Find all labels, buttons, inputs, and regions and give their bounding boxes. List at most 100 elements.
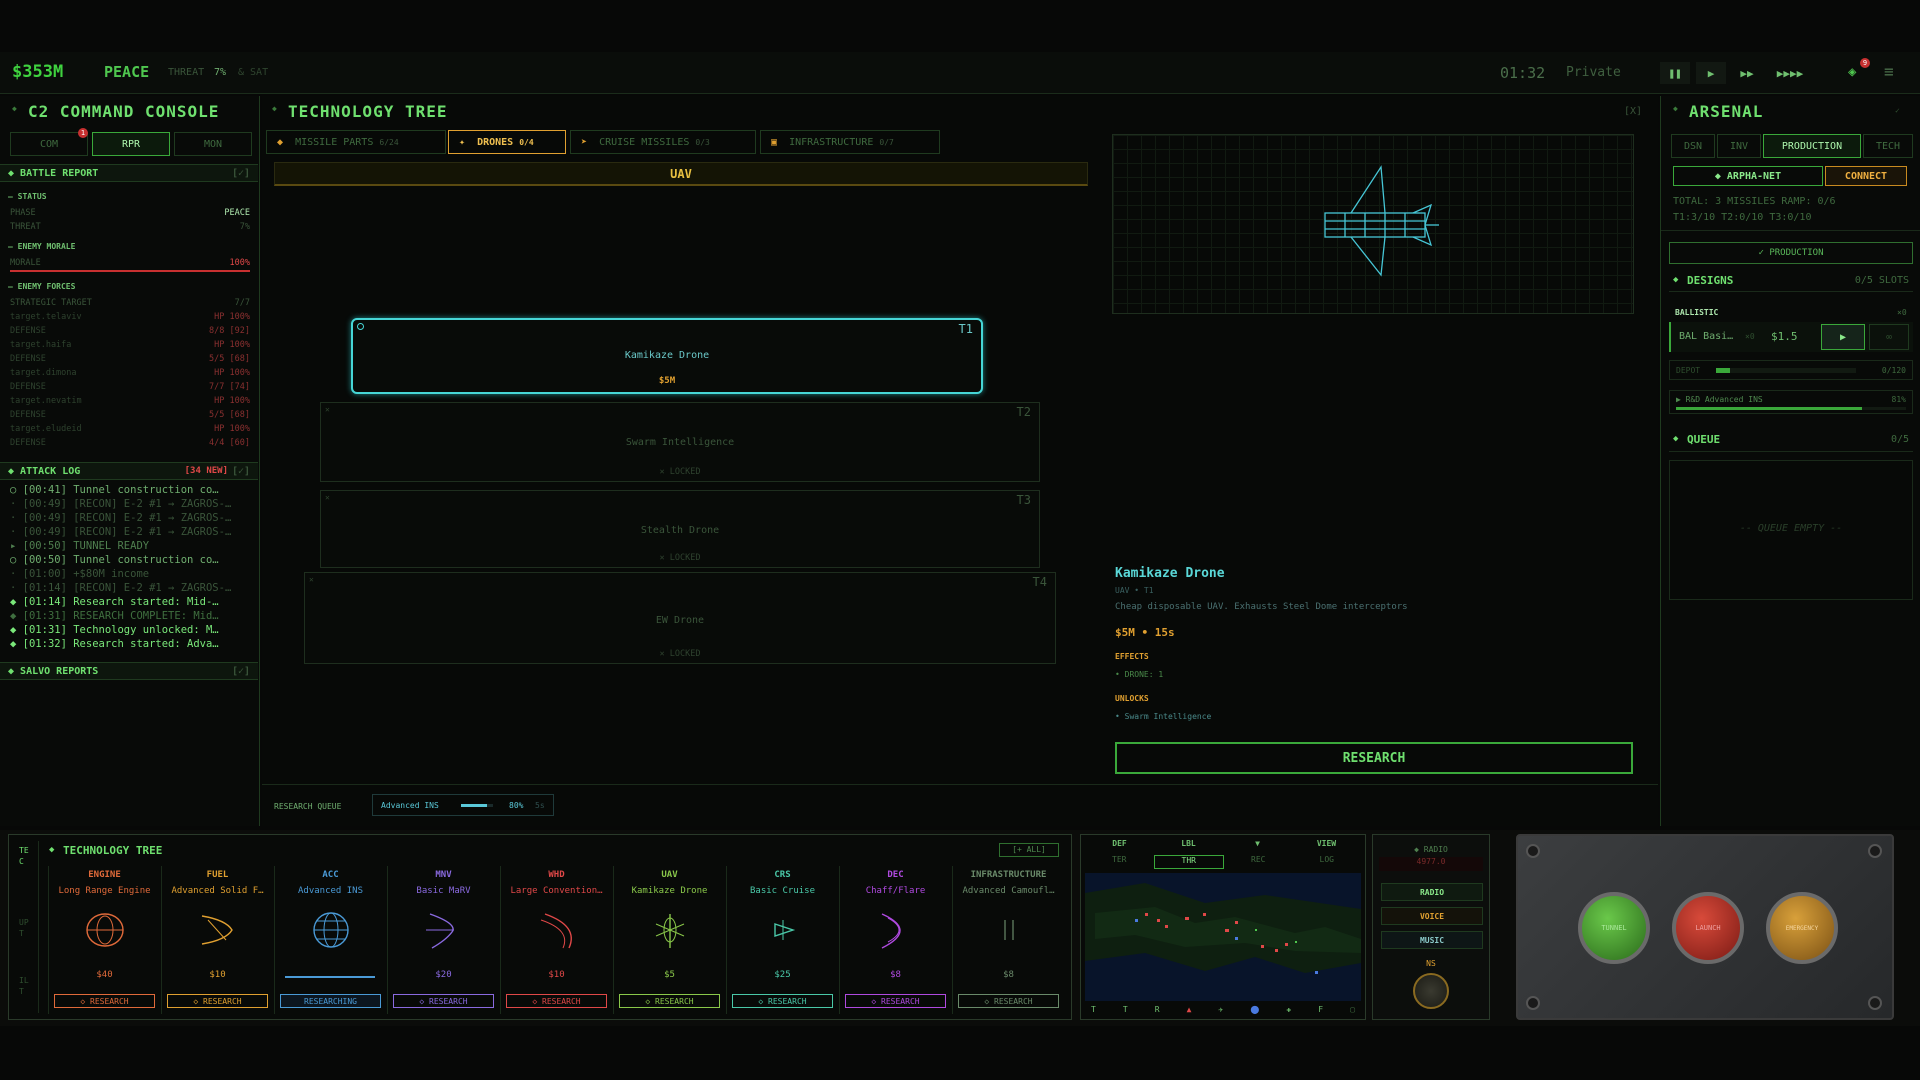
defense-row: DEFENSE 8/8 [92] (10, 326, 250, 336)
legend-item[interactable]: ⬤ (1250, 1005, 1259, 1017)
tech-research-button[interactable]: ◇ RESEARCH (393, 994, 494, 1008)
queue-header[interactable]: ◆ QUEUE 0/5 (1669, 430, 1913, 452)
produce-play-button[interactable]: ▶ (1821, 324, 1865, 350)
attack-log-header[interactable]: ◆ ATTACK LOG [34 NEW] [✓] (0, 462, 258, 480)
designs-header[interactable]: ◆ DESIGNS 0/5 SLOTS (1669, 272, 1913, 292)
tech-node-ew-drone[interactable]: ✕ T4 EW Drone ✕ LOCKED (304, 572, 1056, 664)
tech-research-button[interactable]: ◇ RESEARCH (506, 994, 607, 1008)
tab-inv[interactable]: INV (1717, 134, 1761, 158)
notification-icon[interactable]: ◈ (1848, 64, 1856, 80)
rd-row[interactable]: ▶ R&D Advanced INS 81% (1669, 390, 1913, 414)
tech-column-mnv[interactable]: MNV Basic MaRV $20 ◇ RESEARCH (387, 866, 499, 1014)
map-legend: T T R ▲ ✈ ⬤ ✚ F ▢ (1085, 1005, 1361, 1017)
play-button[interactable]: ▶ (1696, 62, 1726, 84)
map-tab-view[interactable]: VIEW (1292, 839, 1361, 853)
music-button[interactable]: MUSIC (1381, 931, 1483, 949)
tech-research-button[interactable]: ◇ RESEARCH (54, 994, 155, 1008)
tech-column-crs[interactable]: CRS Basic Cruise $25 ◇ RESEARCH (726, 866, 838, 1014)
knob-label: NS (1426, 959, 1436, 968)
voice-button[interactable]: VOICE (1381, 907, 1483, 925)
tech-research-button[interactable]: ◇ RESEARCH (845, 994, 946, 1008)
map-subtab-log[interactable]: LOG (1293, 855, 1362, 869)
tech-research-button[interactable]: ◇ RESEARCH (619, 994, 720, 1008)
emergency-button[interactable]: EMERGENCY (1766, 892, 1838, 964)
threat-map[interactable] (1085, 873, 1361, 1001)
connect-button[interactable]: CONNECT (1825, 166, 1907, 186)
tech-column-acc[interactable]: ACC Advanced INS RESEARCHING (274, 866, 386, 1014)
legend-item[interactable]: ▲ (1187, 1005, 1192, 1017)
tech-node-kamikaze-drone[interactable]: T1 Kamikaze Drone $5M (351, 318, 983, 394)
screw-icon (1868, 996, 1882, 1010)
map-tab-def[interactable]: DEF (1085, 839, 1154, 853)
tech-column-engine[interactable]: ENGINE Long Range Engine $40 ◇ RESEARCH (48, 866, 160, 1014)
morale-row: MORALE 100% (10, 258, 250, 268)
volume-knob[interactable] (1413, 973, 1449, 1009)
effects-label: EFFECTS (1115, 652, 1149, 661)
tech-column-whd[interactable]: WHD Large Convention… $10 ◇ RESEARCH (500, 866, 612, 1014)
side-tab-ilt[interactable]: ILT (19, 975, 29, 997)
tech-column-infrastructure[interactable]: INFRASTRUCTURE Advanced Camoufl… $8 ◇ RESEA… (952, 866, 1064, 1014)
pause-button[interactable]: ❚❚ (1660, 62, 1690, 84)
map-subtab-thr[interactable]: THR (1153, 855, 1224, 869)
tech-research-button[interactable]: ◇ RESEARCH (167, 994, 268, 1008)
legend-item[interactable]: T (1091, 1005, 1096, 1017)
tech-column-dec[interactable]: DEC Chaff/Flare $8 ◇ RESEARCH (839, 866, 951, 1014)
legend-item[interactable]: F (1318, 1005, 1323, 1017)
tech-column-uav[interactable]: UAV Kamikaze Drone $5 ◇ RESEARCH (613, 866, 725, 1014)
fast-forward-button[interactable]: ▶▶ (1732, 62, 1762, 84)
legend-item[interactable]: T (1123, 1005, 1128, 1017)
total-missiles: TOTAL: 3 MISSILES RAMP: 0/6 (1673, 196, 1836, 207)
tab-infrastructure[interactable]: ▣ INFRASTRUCTURE 0/7 (760, 130, 940, 154)
tech-name: Long Range Engine (58, 886, 151, 896)
side-tab-upt[interactable]: UPT (19, 917, 29, 939)
ballistic-label: BALLISTIC (1675, 308, 1719, 317)
production-button[interactable]: ✓ PRODUCTION (1669, 242, 1913, 264)
map-tab-dropdown[interactable]: ▼ (1223, 839, 1292, 853)
infinite-button[interactable]: ∞ (1869, 324, 1909, 350)
tab-rpr[interactable]: RPR (92, 132, 170, 156)
tab-dsn[interactable]: DSN (1671, 134, 1715, 158)
legend-item[interactable]: ▢ (1350, 1005, 1355, 1017)
menu-icon[interactable]: ≡ (1884, 62, 1894, 81)
rd-bar-track (1676, 407, 1906, 410)
tech-name: Kamikaze Drone (631, 886, 708, 896)
tech-research-button[interactable]: ◇ RESEARCH (958, 994, 1059, 1008)
tunnel-button[interactable]: TUNNEL (1578, 892, 1650, 964)
tech-node-stealth-drone[interactable]: ✕ T3 Stealth Drone ✕ LOCKED (320, 490, 1040, 568)
map-tab-lbl[interactable]: LBL (1154, 839, 1223, 853)
side-tab-tec[interactable]: TEC (19, 845, 29, 867)
legend-item[interactable]: R (1155, 1005, 1160, 1017)
depot-bar-track (1716, 368, 1856, 373)
tab-tech[interactable]: TECH (1863, 134, 1913, 158)
tab-missile-parts[interactable]: ◆ MISSILE PARTS 6/24 (266, 130, 446, 154)
map-subtab-rec[interactable]: REC (1224, 855, 1293, 869)
tab-cruise-missiles[interactable]: ➤ CRUISE MISSILES 0/3 (570, 130, 756, 154)
detail-description: Cheap disposable UAV. Exhausts Steel Dom… (1115, 602, 1408, 612)
arpha-net-button[interactable]: ◆ ARPHA-NET (1673, 166, 1823, 186)
research-queue-item[interactable]: Advanced INS 80% 5s (372, 794, 554, 816)
tab-mon[interactable]: MON (174, 132, 252, 156)
salvo-reports-header[interactable]: ◆ SALVO REPORTS [✓] (0, 662, 258, 680)
tab-drones[interactable]: ✦ DRONES 0/4 (448, 130, 566, 154)
research-button[interactable]: RESEARCH (1115, 742, 1633, 774)
screw-icon (1526, 844, 1540, 858)
battle-report-header[interactable]: ◆ BATTLE REPORT [✓] (0, 164, 258, 182)
tech-research-button[interactable]: RESEARCHING (280, 994, 381, 1008)
tech-research-button[interactable]: ◇ RESEARCH (732, 994, 833, 1008)
map-subtab-ter[interactable]: TER (1085, 855, 1154, 869)
show-all-button[interactable]: [+ ALL] (999, 843, 1059, 857)
tech-node-swarm-intelligence[interactable]: ✕ T2 Swarm Intelligence ✕ LOCKED (320, 402, 1040, 482)
radio-button[interactable]: RADIO (1381, 883, 1483, 901)
tab-production[interactable]: PRODUCTION (1763, 134, 1861, 158)
legend-item[interactable]: ✚ (1286, 1005, 1291, 1017)
legend-item[interactable]: ✈ (1219, 1005, 1224, 1017)
tech-column-fuel[interactable]: FUEL Advanced Solid F… $10 ◇ RESEARCH (161, 866, 273, 1014)
fastest-button[interactable]: ▶▶▶▶ (1768, 62, 1812, 84)
tech-price: $8 (1003, 970, 1014, 980)
defense-row: DEFENSE 4/4 [60] (10, 438, 250, 448)
collapse-icon[interactable]: ✓ (1895, 106, 1900, 115)
close-button[interactable]: [X] (1624, 106, 1642, 117)
tab-com[interactable]: COM (10, 132, 88, 156)
log-entry: ◆ [01:14] Research started: Mid-… (10, 596, 219, 608)
launch-button[interactable]: LAUNCH (1672, 892, 1744, 964)
